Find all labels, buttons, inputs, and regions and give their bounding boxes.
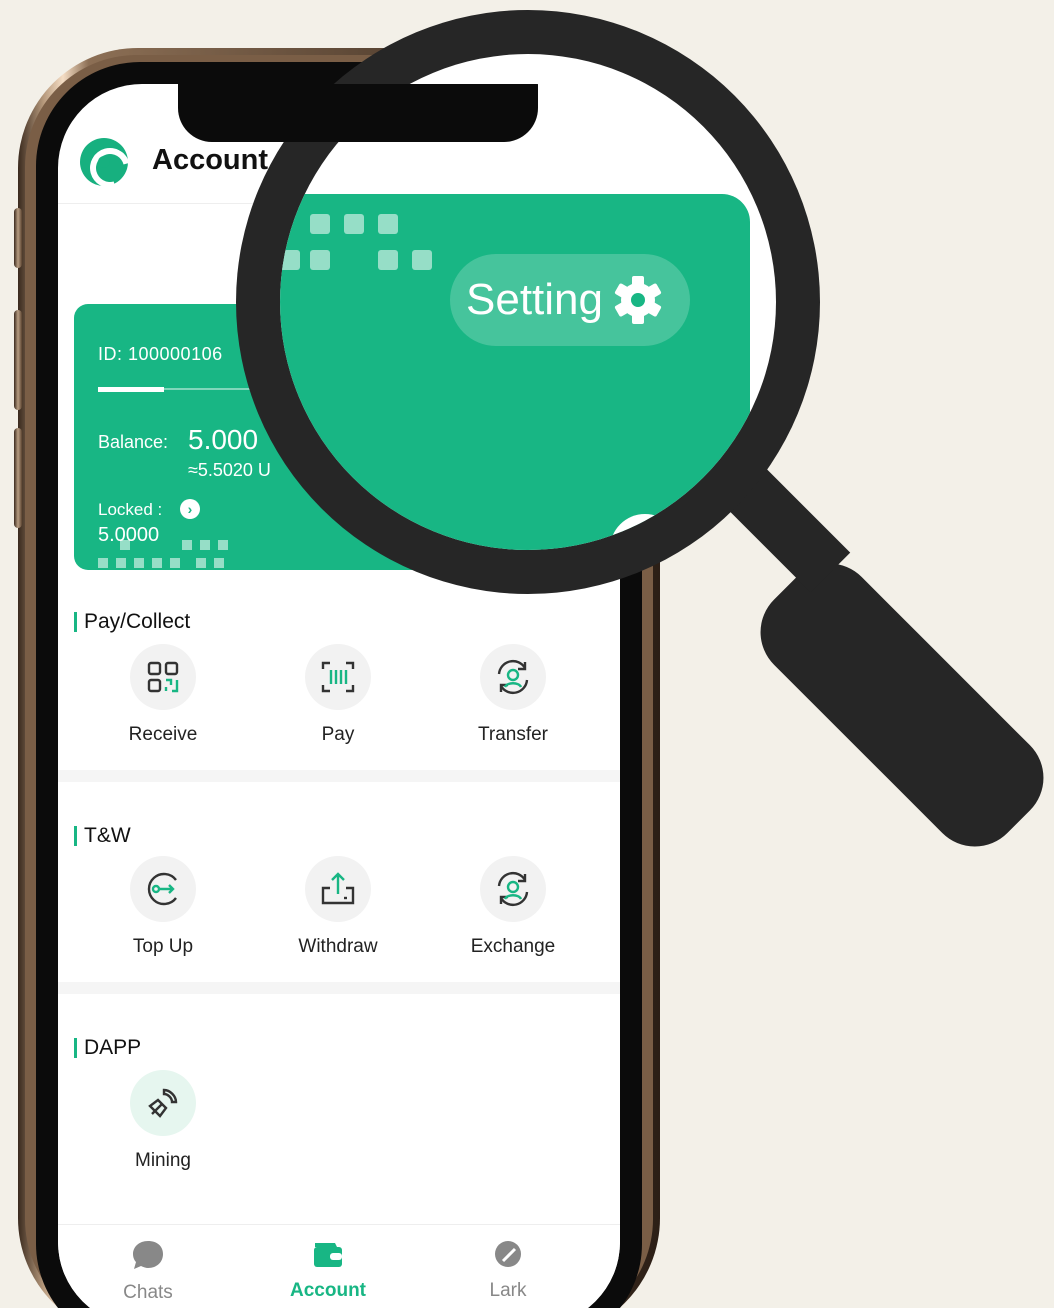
zoomed-pixel-decoration [412,250,432,270]
card-pixel-decoration [120,540,130,550]
tab-chats[interactable]: Chats [68,1239,228,1304]
zoomed-pixel-decoration [310,214,330,234]
card-pixel-decoration [134,558,144,568]
tab-account[interactable]: Account [248,1239,408,1302]
balance-label: Balance: [98,432,169,452]
card-pixel-decoration [214,558,224,568]
card-pixel-decoration [182,540,192,550]
volume-up-button [14,310,22,410]
section-divider [58,982,620,994]
section-divider [58,770,620,782]
mute-switch [14,208,22,268]
card-pixel-decoration [170,558,180,568]
balance-fiat-value: ≈5.5020 U [188,460,271,480]
magnifier-handle [741,544,1054,866]
tab-lark[interactable]: Lark [428,1239,588,1302]
card-pixel-decoration [196,558,206,568]
balance-value: 5.000 [188,424,259,455]
exchange-label: Exchange [470,936,556,957]
bottom-tab-bar: Chats Account Lark [58,1224,620,1308]
tab-chats-label: Chats [123,1282,173,1303]
zoomed-pixel-decoration [310,250,330,270]
exchange-button[interactable]: Exchange [428,856,598,958]
setting-label: Setting [466,275,603,324]
tab-lark-label: Lark [489,1280,527,1301]
top-up-button[interactable]: Top Up [78,856,248,958]
lark-icon [495,1241,521,1267]
pay-button[interactable]: Pay [253,644,423,746]
top-up-icon [130,856,196,922]
card-pixel-decoration [218,540,228,550]
section-title-dapp: DAPP [74,1036,141,1060]
locked-detail-arrow-icon[interactable]: › [180,499,200,519]
card-pixel-decoration [116,558,126,568]
barcode-scan-icon [305,644,371,710]
wallet-icon [314,1243,342,1267]
locked-label: Locked : [98,500,163,519]
tab-account-label: Account [290,1280,366,1301]
transfer-button[interactable]: Transfer [428,644,598,746]
top-up-label: Top Up [132,936,194,957]
withdraw-label: Withdraw [298,936,378,957]
card-progress-line [98,387,258,392]
zoomed-pixel-decoration [344,214,364,234]
card-pixel-decoration [200,540,210,550]
receive-button[interactable]: Receive [78,644,248,746]
mining-icon [130,1070,196,1136]
zoomed-card [280,194,750,550]
qr-receive-icon [130,644,196,710]
card-progress-fill [98,387,164,392]
section-title-tw: T&W [74,824,131,848]
exchange-user-icon [480,856,546,922]
account-id: ID: 100000106 [98,344,223,364]
zoomed-pixel-decoration [280,250,300,270]
phone-notch [178,84,538,142]
transfer-user-icon [480,644,546,710]
withdraw-icon [305,856,371,922]
zoomed-pixel-decoration [378,214,398,234]
app-logo-icon [80,138,128,186]
gear-icon [614,276,662,324]
volume-down-button [14,428,22,528]
page-title: Account [152,144,268,176]
zoomed-pixel-decoration [378,250,398,270]
card-pixel-decoration [152,558,162,568]
setting-button[interactable]: Setting [450,254,690,346]
card-pixel-decoration [98,558,108,568]
section-title-pay-collect: Pay/Collect [74,610,190,634]
mining-button[interactable]: Mining [78,1070,248,1172]
withdraw-button[interactable]: Withdraw [253,856,423,958]
pay-label: Pay [321,724,355,745]
chat-bubble-icon [133,1241,163,1269]
mining-label: Mining [135,1150,191,1171]
receive-label: Receive [128,724,198,745]
transfer-label: Transfer [477,724,549,745]
